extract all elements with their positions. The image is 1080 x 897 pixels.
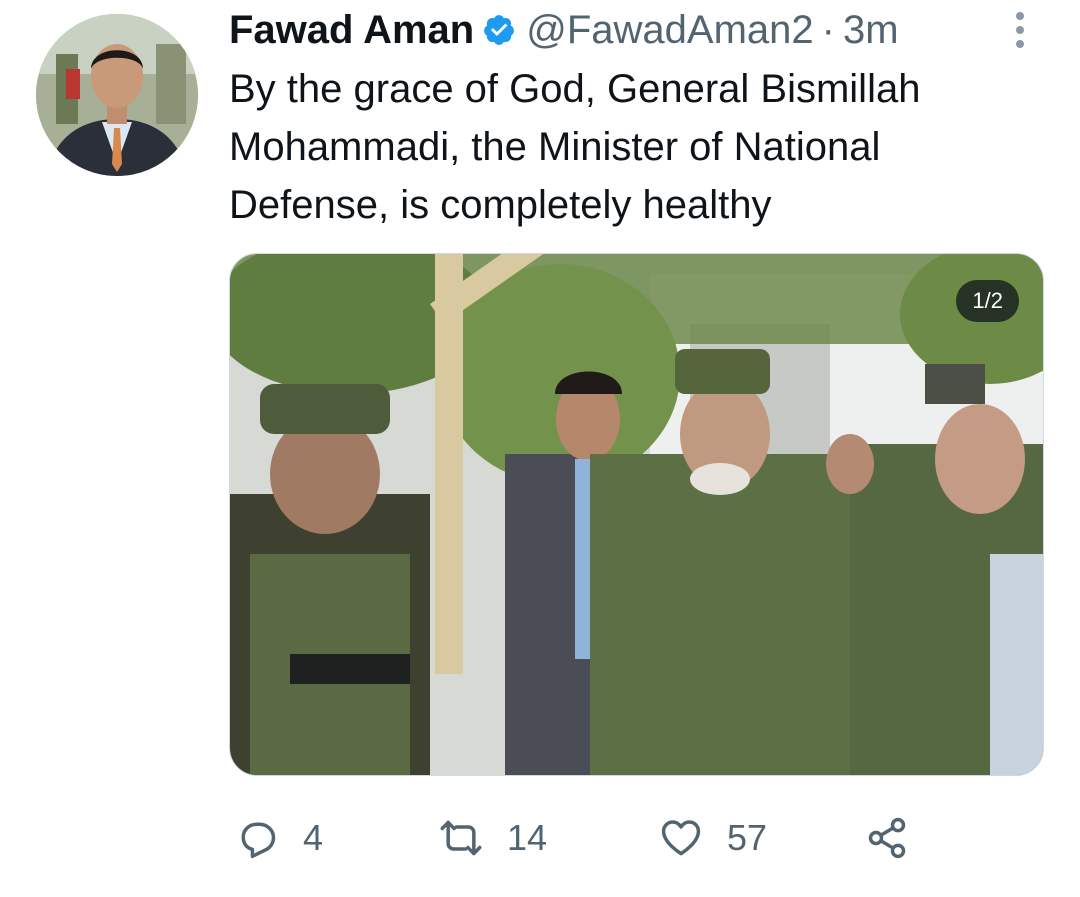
tweet-text: By the grace of God, General Bismillah M… [229,67,921,227]
heart-icon [661,820,701,856]
more-options-icon[interactable] [1000,6,1040,54]
like-button[interactable]: 57 [659,816,767,860]
verified-badge-icon [484,15,515,45]
tweet-timestamp[interactable]: 3m [843,6,899,54]
author-avatar[interactable] [36,14,198,176]
retweet-count: 14 [507,817,548,858]
separator: · [821,8,835,52]
tweet-header: Fawad Aman @FawadAman2 · 3m [229,6,1040,54]
like-count: 57 [727,817,768,858]
reply-icon [241,822,276,859]
author-handle[interactable]: @FawadAman2 [526,6,813,54]
tweet-photo[interactable]: 1/2 [229,253,1044,776]
reply-count: 4 [303,817,324,858]
retweet-button[interactable]: 14 [439,816,547,860]
share-button[interactable] [865,816,909,860]
tweet-actions: 4 14 57 [229,806,1044,870]
media-counter: 1/2 [956,280,1019,322]
author-name[interactable]: Fawad Aman [229,6,474,54]
reply-button[interactable]: 4 [235,816,323,860]
share-icon [868,817,906,859]
retweet-icon [440,820,482,856]
